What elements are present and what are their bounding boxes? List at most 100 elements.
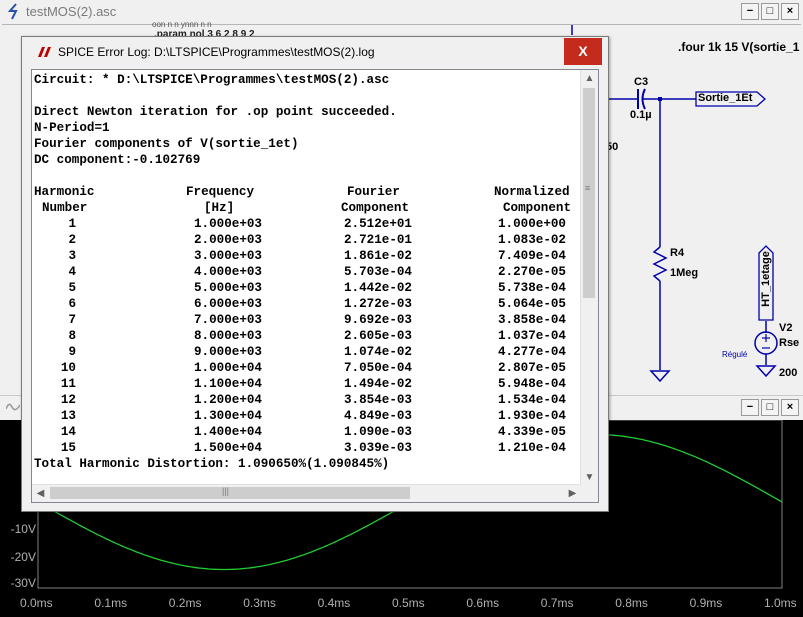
y-tick-label: -20V [10,550,36,564]
harmonic-row: 13 1.300e+04 4.849e-03 1.930e-04 [34,408,582,424]
scroll-corner [581,485,598,502]
header-component: Component [341,201,410,215]
fourier-component: 2.721e-01 [343,233,412,247]
harmonic-row: 1 1.000e+03 2.512e+01 1.000e+00 [34,216,582,232]
normalized-component: 2.270e-05 [497,265,566,279]
scroll-up-arrow-icon[interactable]: ▲ [581,70,598,87]
harmonic-number: 4 [68,265,76,279]
schematic-title: testMOS(2).asc [26,4,117,19]
dialog-close-button[interactable]: X [564,38,602,65]
scroll-down-arrow-icon[interactable]: ▼ [581,469,598,486]
table-header-row-1: Harmonic Frequency Fourier Normalized [34,184,582,200]
harmonic-row: 8 8.000e+03 2.605e-03 1.037e-04 [34,328,582,344]
thd-line: Total Harmonic Distortion: 1.090650%(1.0… [34,457,390,471]
horizontal-scroll-thumb[interactable]: ||| [50,486,410,499]
period-line: N-Period=1 [34,121,110,135]
harmonic-number: 7 [68,313,76,327]
x-tick-label: 0.9ms [689,596,723,610]
normalized-component: 7.409e-04 [497,249,566,263]
harmonic-frequency: 7.000e+03 [193,313,262,327]
capacitor-name: C3 [634,76,649,88]
schematic-titlebar[interactable]: testMOS(2).asc − □ × [0,0,803,24]
harmonic-frequency: 1.200e+04 [193,393,262,407]
source-value: 200 [779,367,798,379]
waveform-minimize-button[interactable]: − [741,399,759,416]
fourier-component: 1.442e-02 [343,281,412,295]
horizontal-scrollbar[interactable]: ◀ ||| ▶ [32,484,581,502]
log-text-area[interactable]: Circuit: * D:\LTSPICE\Programmes\testMOS… [31,69,599,503]
harmonic-row: 11 1.100e+04 1.494e-02 5.948e-04 [34,376,582,392]
dc-line: DC component:-0.102769 [34,153,201,167]
scroll-right-arrow-icon[interactable]: ▶ [564,485,581,502]
dialog-titlebar[interactable]: SPICE Error Log: D:\LTSPICE\Programmes\t… [22,37,608,67]
maximize-button[interactable]: □ [761,3,779,20]
log-content: Circuit: * D:\LTSPICE\Programmes\testMOS… [34,72,582,486]
harmonic-row: 5 5.000e+03 1.442e-02 5.738e-04 [34,280,582,296]
harmonic-frequency: 3.000e+03 [193,249,262,263]
harmonic-frequency: 1.300e+04 [193,409,262,423]
source-tag: Régulé [722,350,748,359]
fourier-component: 1.090e-03 [343,425,412,439]
fourier-component: 1.272e-03 [343,297,412,311]
harmonic-number: 10 [60,361,76,375]
normalized-component: 1.930e-04 [497,409,566,423]
harmonic-frequency: 9.000e+03 [193,345,262,359]
net-label-ht[interactable]: HT_1etage [758,245,774,321]
x-tick-label: 0.6ms [466,596,500,610]
harmonic-frequency: 6.000e+03 [193,297,262,311]
grip-icon: ||| [222,486,230,496]
dialog-title: SPICE Error Log: D:\LTSPICE\Programmes\t… [58,45,375,59]
source-name: V2 [779,322,793,334]
normalized-component: 1.210e-04 [497,441,566,455]
grip-icon: ≡ [585,183,591,193]
newton-line: Direct Newton iteration for .op point su… [34,105,397,119]
harmonic-number: 2 [68,233,76,247]
header-hz: [Hz] [204,201,235,215]
x-tick-label: 0.4ms [317,596,351,610]
x-tick-label: 0.3ms [243,596,276,610]
harmonic-frequency: 5.000e+03 [193,281,262,295]
x-tick-label: 0.2ms [168,596,202,610]
harmonic-table: 1 1.000e+03 2.512e+01 1.000e+00 2 2.000e+03 2.… [34,216,582,456]
error-log-dialog: SPICE Error Log: D:\LTSPICE\Programmes\t… [21,36,609,512]
net-label-sortie[interactable]: Sortie_1Et [695,91,766,107]
y-tick-label: -10V [10,522,36,536]
waveform-close-button[interactable]: × [781,399,799,416]
x-tick-label: 1.0ms [764,596,797,610]
fourier-component: 5.703e-04 [343,265,412,279]
waveform-maximize-button[interactable]: □ [761,399,779,416]
fourier-component: 7.050e-04 [343,361,412,375]
harmonic-frequency: 1.400e+04 [193,425,262,439]
normalized-component: 4.277e-04 [497,345,566,359]
header-normalized: Normalized [494,185,570,199]
normalized-component: 1.083e-02 [497,233,566,247]
fourier-component: 1.494e-02 [343,377,412,391]
fourier-component: 3.039e-03 [343,441,412,455]
vertical-scrollbar[interactable]: ▲ ≡ ▼ [580,70,598,486]
normalized-component: 5.064e-05 [497,297,566,311]
normalized-component: 1.534e-04 [497,393,566,407]
x-tick-label: 0.7ms [540,596,574,610]
source-partial: Rse [779,337,800,349]
fourier-component: 4.849e-03 [343,409,412,423]
circuit-line: Circuit: * D:\LTSPICE\Programmes\testMOS… [34,73,390,87]
harmonic-row: 7 7.000e+03 9.692e-03 3.858e-04 [34,312,582,328]
scroll-left-arrow-icon[interactable]: ◀ [32,485,49,502]
harmonic-row: 3 3.000e+03 1.861e-02 7.409e-04 [34,248,582,264]
harmonic-frequency: 1.100e+04 [193,377,262,391]
harmonic-row: 14 1.400e+04 1.090e-03 4.339e-05 [34,424,582,440]
minimize-button[interactable]: − [741,3,759,20]
ltspice-schematic-icon [7,3,18,20]
harmonic-row: 10 1.000e+04 7.050e-04 2.807e-05 [34,360,582,376]
harmonic-number: 5 [68,281,76,295]
harmonic-number: 13 [60,409,76,423]
fourier-component: 1.861e-02 [343,249,412,263]
fourier-component: 1.074e-02 [343,345,412,359]
y-tick-label: -30V [10,576,36,590]
close-button[interactable]: × [781,3,799,20]
header-frequency: Frequency [186,185,255,199]
capacitor-value: 0.1µ [630,109,652,121]
vertical-scroll-thumb[interactable]: ≡ [583,88,595,298]
waveform-icon [6,403,20,411]
fourier-component: 9.692e-03 [343,313,412,327]
